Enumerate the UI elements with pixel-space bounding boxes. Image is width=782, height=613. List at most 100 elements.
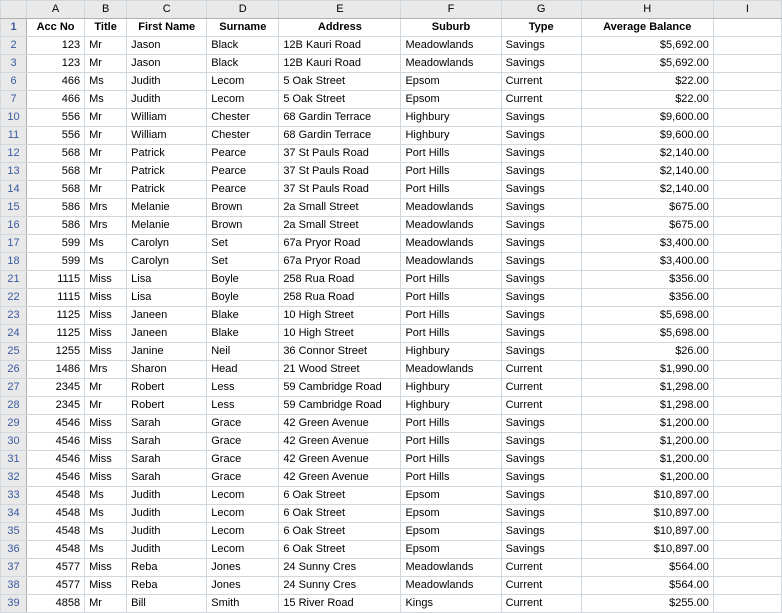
- cell[interactable]: 568: [27, 145, 85, 163]
- cell[interactable]: $1,298.00: [581, 397, 713, 415]
- col-header-G[interactable]: G: [501, 1, 581, 19]
- cell[interactable]: Suburb: [401, 19, 501, 37]
- cell[interactable]: Ms: [85, 235, 127, 253]
- cell[interactable]: Meadowlands: [401, 559, 501, 577]
- cell[interactable]: [713, 217, 781, 235]
- cell[interactable]: Epsom: [401, 523, 501, 541]
- cell[interactable]: [713, 307, 781, 325]
- cell[interactable]: Chester: [207, 127, 279, 145]
- cell[interactable]: Miss: [85, 343, 127, 361]
- cell[interactable]: Grace: [207, 415, 279, 433]
- cell[interactable]: $2,140.00: [581, 181, 713, 199]
- cell[interactable]: Savings: [501, 181, 581, 199]
- cell[interactable]: $26.00: [581, 343, 713, 361]
- cell[interactable]: Epsom: [401, 541, 501, 559]
- row-header[interactable]: 15: [1, 199, 27, 217]
- cell[interactable]: Less: [207, 397, 279, 415]
- cell[interactable]: Mr: [85, 379, 127, 397]
- cell[interactable]: Current: [501, 91, 581, 109]
- spreadsheet-grid[interactable]: A B C D E F G H I 1Acc NoTitleFirst Name…: [0, 0, 782, 613]
- row-header[interactable]: 26: [1, 361, 27, 379]
- cell[interactable]: Mr: [85, 109, 127, 127]
- cell[interactable]: [713, 145, 781, 163]
- cell[interactable]: Meadowlands: [401, 217, 501, 235]
- cell[interactable]: Meadowlands: [401, 577, 501, 595]
- cell[interactable]: Highbury: [401, 127, 501, 145]
- row-header[interactable]: 34: [1, 505, 27, 523]
- cell[interactable]: Mr: [85, 145, 127, 163]
- cell[interactable]: Port Hills: [401, 325, 501, 343]
- cell[interactable]: Savings: [501, 271, 581, 289]
- cell[interactable]: Pearce: [207, 163, 279, 181]
- cell[interactable]: Bill: [127, 595, 207, 613]
- row-header[interactable]: 31: [1, 451, 27, 469]
- cell[interactable]: Meadowlands: [401, 235, 501, 253]
- row-header[interactable]: 28: [1, 397, 27, 415]
- cell[interactable]: $22.00: [581, 91, 713, 109]
- cell[interactable]: [713, 415, 781, 433]
- cell[interactable]: Surname: [207, 19, 279, 37]
- row-header[interactable]: 1: [1, 19, 27, 37]
- cell[interactable]: Ms: [85, 253, 127, 271]
- cell[interactable]: 556: [27, 109, 85, 127]
- cell[interactable]: Mr: [85, 127, 127, 145]
- cell[interactable]: Lisa: [127, 289, 207, 307]
- cell[interactable]: Miss: [85, 577, 127, 595]
- cell[interactable]: Carolyn: [127, 235, 207, 253]
- cell[interactable]: 68 Gardin Terrace: [279, 109, 401, 127]
- cell[interactable]: 586: [27, 217, 85, 235]
- cell[interactable]: Patrick: [127, 163, 207, 181]
- cell[interactable]: 123: [27, 55, 85, 73]
- cell[interactable]: 1255: [27, 343, 85, 361]
- cell[interactable]: Janeen: [127, 325, 207, 343]
- cell[interactable]: Patrick: [127, 181, 207, 199]
- cell[interactable]: Savings: [501, 109, 581, 127]
- cell[interactable]: 21 Wood Street: [279, 361, 401, 379]
- cell[interactable]: Janine: [127, 343, 207, 361]
- cell[interactable]: 42 Green Avenue: [279, 433, 401, 451]
- cell[interactable]: Janeen: [127, 307, 207, 325]
- cell[interactable]: Boyle: [207, 289, 279, 307]
- col-header-A[interactable]: A: [27, 1, 85, 19]
- cell[interactable]: Grace: [207, 451, 279, 469]
- cell[interactable]: 4548: [27, 487, 85, 505]
- cell[interactable]: Pearce: [207, 181, 279, 199]
- cell[interactable]: $10,897.00: [581, 505, 713, 523]
- cell[interactable]: $3,400.00: [581, 253, 713, 271]
- cell[interactable]: Savings: [501, 163, 581, 181]
- cell[interactable]: Savings: [501, 145, 581, 163]
- cell[interactable]: [713, 505, 781, 523]
- cell[interactable]: Melanie: [127, 217, 207, 235]
- cell[interactable]: Epsom: [401, 505, 501, 523]
- cell[interactable]: Judith: [127, 505, 207, 523]
- row-header[interactable]: 14: [1, 181, 27, 199]
- cell[interactable]: Meadowlands: [401, 199, 501, 217]
- cell[interactable]: Epsom: [401, 91, 501, 109]
- cell[interactable]: [713, 271, 781, 289]
- cell[interactable]: Reba: [127, 559, 207, 577]
- cell[interactable]: Lecom: [207, 91, 279, 109]
- cell[interactable]: Jones: [207, 577, 279, 595]
- cell[interactable]: Epsom: [401, 487, 501, 505]
- cell[interactable]: Ms: [85, 73, 127, 91]
- cell[interactable]: Mr: [85, 397, 127, 415]
- cell[interactable]: Port Hills: [401, 451, 501, 469]
- cell[interactable]: [713, 433, 781, 451]
- cell[interactable]: 258 Rua Road: [279, 289, 401, 307]
- cell[interactable]: $356.00: [581, 271, 713, 289]
- cell[interactable]: [713, 595, 781, 613]
- cell[interactable]: Savings: [501, 307, 581, 325]
- cell[interactable]: [713, 559, 781, 577]
- cell[interactable]: Head: [207, 361, 279, 379]
- cell[interactable]: 12B Kauri Road: [279, 37, 401, 55]
- cell[interactable]: Miss: [85, 451, 127, 469]
- cell[interactable]: 6 Oak Street: [279, 523, 401, 541]
- cell[interactable]: Current: [501, 379, 581, 397]
- cell[interactable]: Miss: [85, 325, 127, 343]
- cell[interactable]: Port Hills: [401, 433, 501, 451]
- cell[interactable]: 1125: [27, 325, 85, 343]
- cell[interactable]: Sharon: [127, 361, 207, 379]
- cell[interactable]: Current: [501, 73, 581, 91]
- cell[interactable]: Port Hills: [401, 469, 501, 487]
- cell[interactable]: 4577: [27, 559, 85, 577]
